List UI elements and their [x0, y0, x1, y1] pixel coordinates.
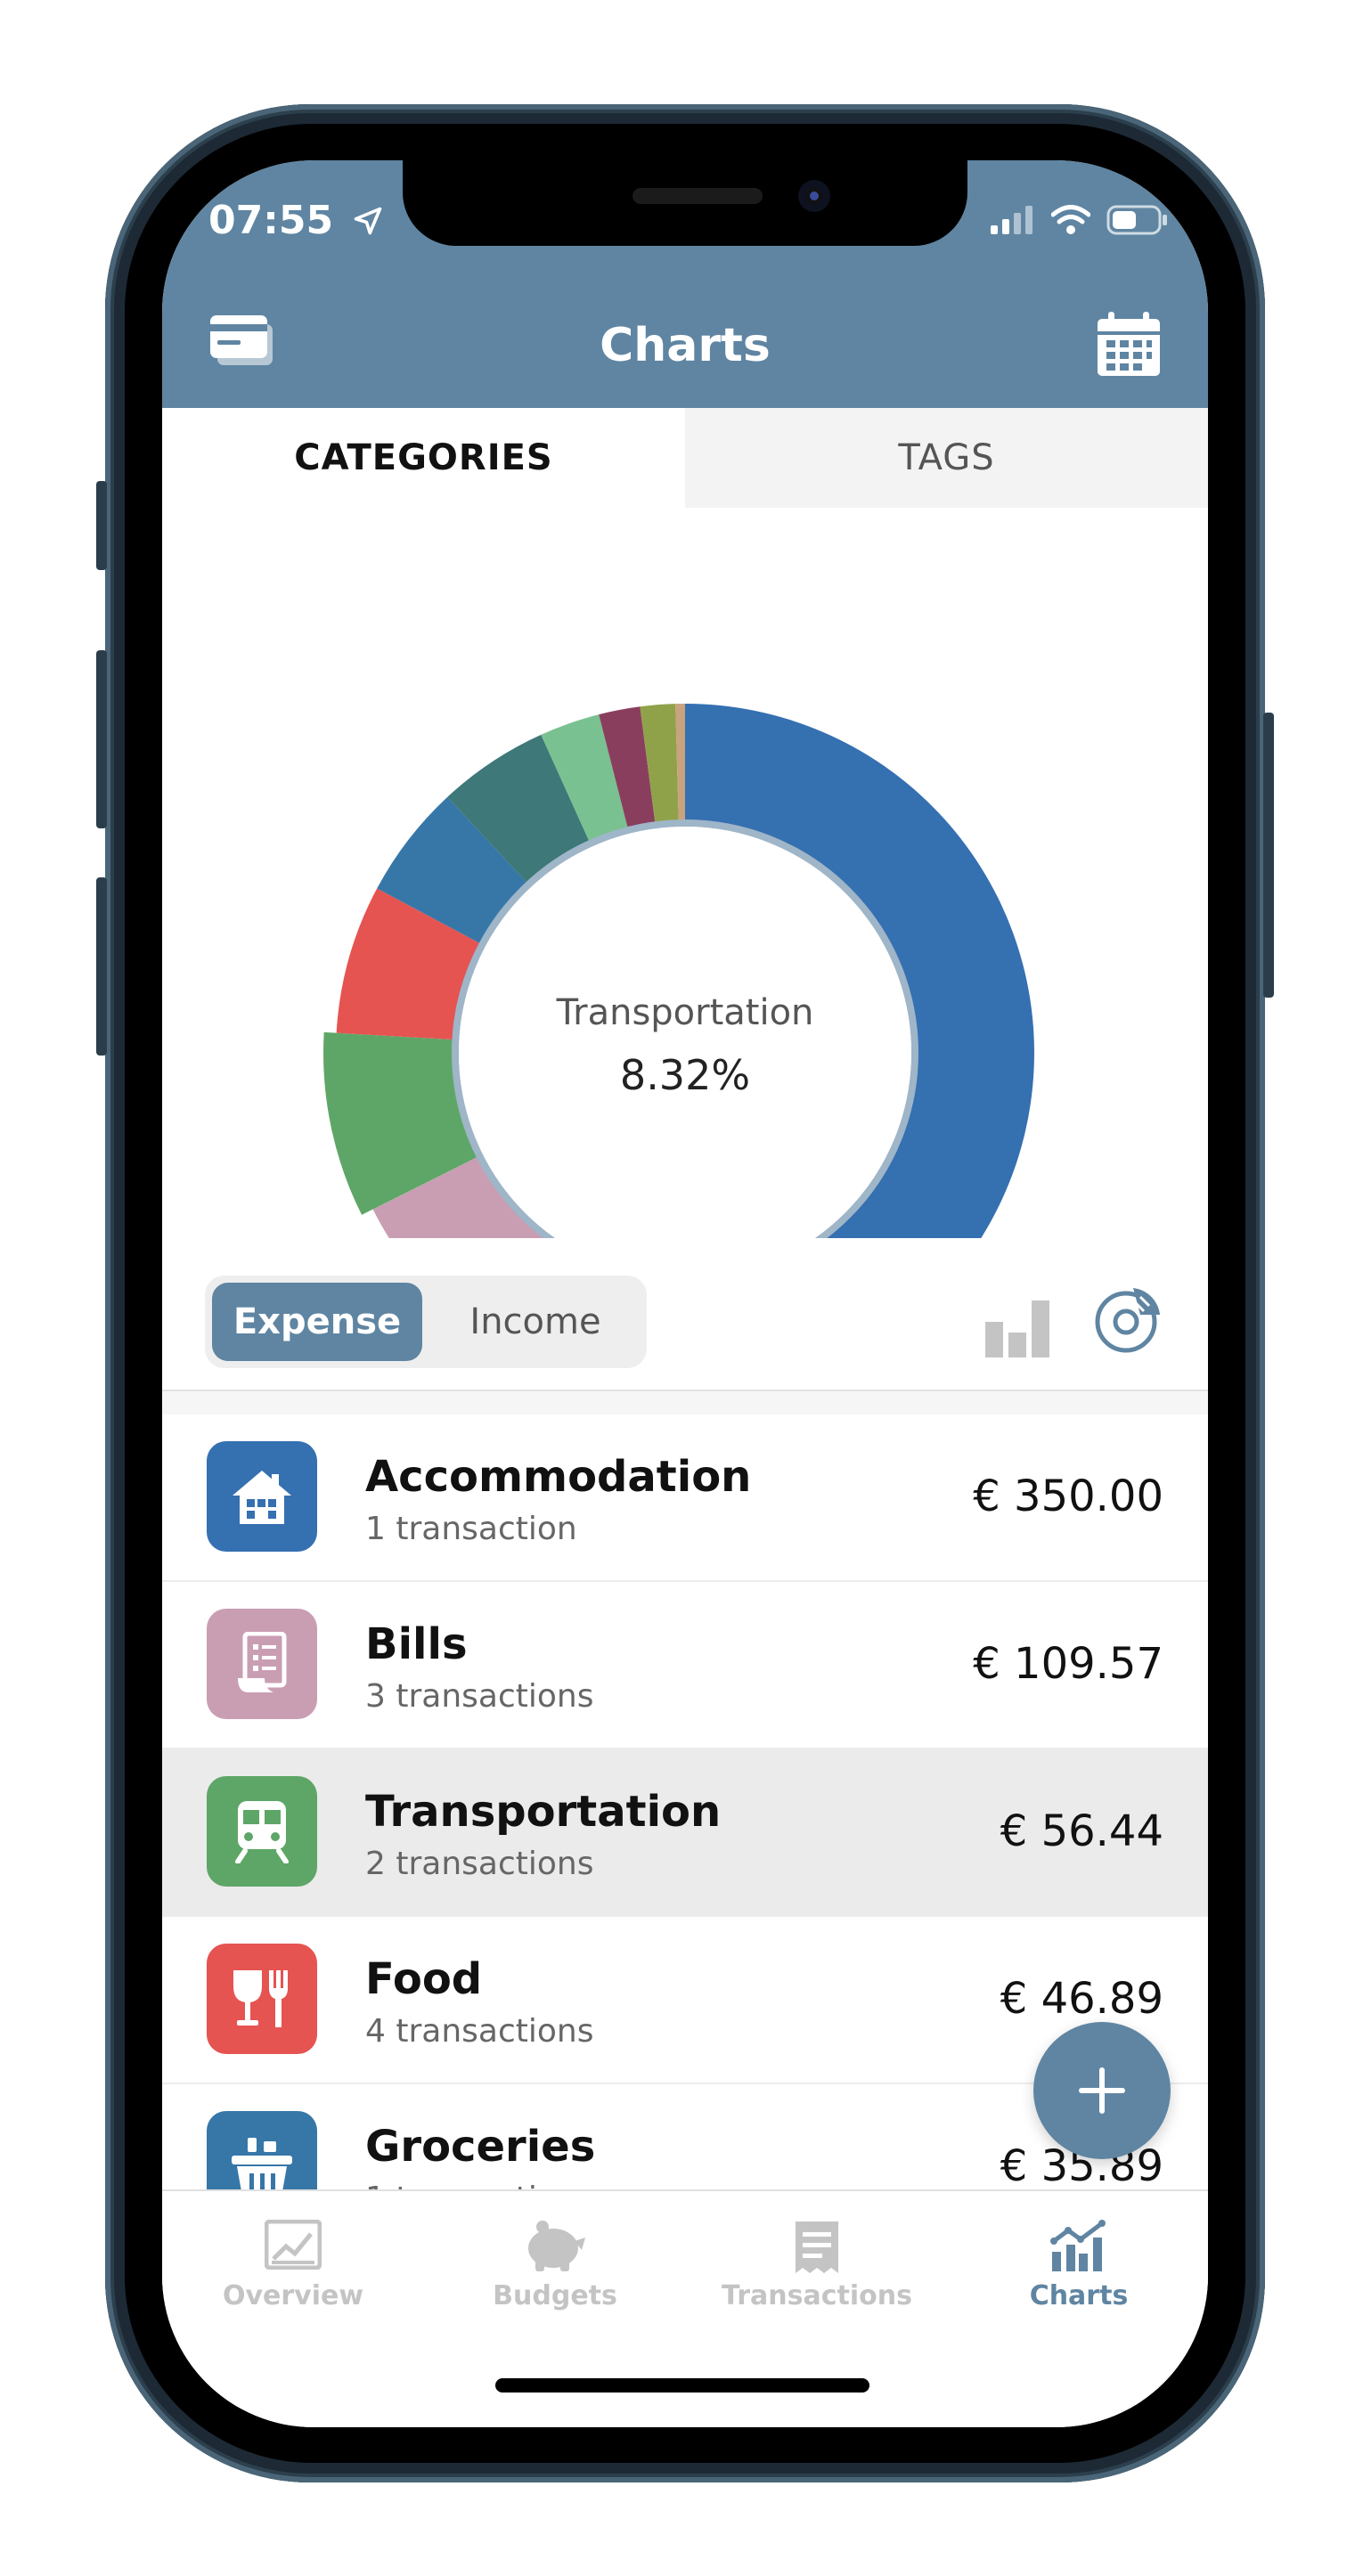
bar-chart-icon: [985, 1300, 1049, 1357]
expense-toggle[interactable]: Expense: [212, 1283, 422, 1361]
battery-icon: [1106, 205, 1167, 235]
app-header: 07:55 Charts: [162, 160, 1208, 408]
category-donut-chart[interactable]: [162, 508, 1208, 1238]
nav-icon-wrap: [162, 2220, 424, 2270]
category-amount: € 350.00: [973, 1471, 1163, 1521]
category-name: Accommodation: [365, 1452, 752, 1502]
phone-screen: 07:55 Charts CATEGORIES TAGS Transportat…: [162, 160, 1208, 2427]
category-amount: € 56.44: [1000, 1806, 1163, 1856]
page-title: Charts: [600, 319, 771, 372]
nav-budgets[interactable]: Budgets: [424, 2191, 686, 2325]
category-amount: € 109.57: [973, 1639, 1163, 1689]
category-name: Food: [365, 1954, 483, 2004]
category-amount: € 46.89: [1000, 1974, 1163, 2024]
home-indicator: [495, 2378, 869, 2393]
add-transaction-button[interactable]: [1033, 2022, 1171, 2159]
income-toggle[interactable]: Income: [435, 1283, 636, 1361]
donut-center-value: 8.32%: [619, 1051, 751, 1099]
nav-label: Overview: [222, 2280, 364, 2311]
nav-transactions[interactable]: Transactions: [686, 2191, 948, 2325]
nav-label: Charts: [1029, 2280, 1129, 2311]
category-name: Transportation: [365, 1787, 722, 1837]
nav-icon-wrap: [424, 2220, 686, 2273]
nav-label: Budgets: [493, 2280, 617, 2311]
pie-chart-icon: [1095, 1288, 1160, 1353]
volume-down-button: [96, 877, 107, 1056]
tab-bar: CATEGORIES TAGS: [162, 408, 1208, 508]
transaction-count: 4 transactions: [365, 2013, 594, 2050]
house-icon: [233, 1471, 291, 1524]
cellular-signal-icon: [991, 206, 1032, 234]
nav-icon-wrap: [686, 2220, 948, 2275]
location-arrow-icon: [355, 207, 382, 235]
piggy-bank-icon: [528, 2221, 585, 2271]
calendar-button[interactable]: [1096, 310, 1162, 383]
category-name: Groceries: [365, 2122, 596, 2172]
front-camera: [798, 180, 830, 212]
bar-line-chart-icon: [1050, 2220, 1106, 2271]
tab-categories[interactable]: CATEGORIES: [162, 408, 685, 508]
notch: [403, 160, 967, 246]
transaction-count: 2 transactions: [365, 1846, 594, 1882]
donut-center-label: Transportation: [556, 992, 814, 1033]
status-indicators: [991, 205, 1169, 235]
category-row-accommodation[interactable]: Accommodation 1 transaction € 350.00: [162, 1414, 1208, 1582]
food-badge: [207, 1944, 317, 2054]
bills-badge: [207, 1609, 317, 1719]
category-row-transportation[interactable]: Transportation 2 transactions € 56.44: [162, 1749, 1208, 1917]
tab-tags[interactable]: TAGS: [685, 408, 1208, 508]
speaker: [633, 188, 763, 204]
accommodation-badge: [207, 1441, 317, 1552]
nav-overview[interactable]: Overview: [162, 2191, 424, 2325]
wifi-icon: [1051, 205, 1090, 234]
train-icon: [235, 1801, 289, 1863]
calendar-icon: [1098, 312, 1160, 376]
nav-charts[interactable]: Charts: [948, 2191, 1208, 2325]
category-name: Bills: [365, 1619, 468, 1669]
nav-icon-wrap: [948, 2220, 1208, 2273]
receipt-icon: [238, 1632, 287, 1692]
power-button: [1263, 713, 1274, 998]
transaction-count: 1 transaction: [365, 1511, 577, 1547]
bar-chart-view-button[interactable]: [983, 1288, 1051, 1361]
pie-chart-view-button[interactable]: [1094, 1284, 1162, 1359]
silent-switch: [96, 481, 107, 570]
status-time: 07:55: [208, 198, 384, 243]
category-row-bills[interactable]: Bills 3 transactions € 109.57: [162, 1582, 1208, 1749]
list-top-spacer: [162, 1391, 1208, 1414]
wine-fork-icon: [233, 1970, 288, 2027]
nav-label: Transactions: [722, 2280, 912, 2311]
transportation-badge: [207, 1776, 317, 1887]
receipt-list-icon: [796, 2221, 838, 2273]
transaction-count: 3 transactions: [365, 1678, 594, 1715]
overview-chart-icon: [265, 2220, 322, 2270]
plus-icon: [1079, 2067, 1125, 2114]
volume-up-button: [96, 650, 107, 828]
status-time-text: 07:55: [208, 198, 334, 243]
type-segmented-control: Expense Income: [205, 1276, 647, 1368]
